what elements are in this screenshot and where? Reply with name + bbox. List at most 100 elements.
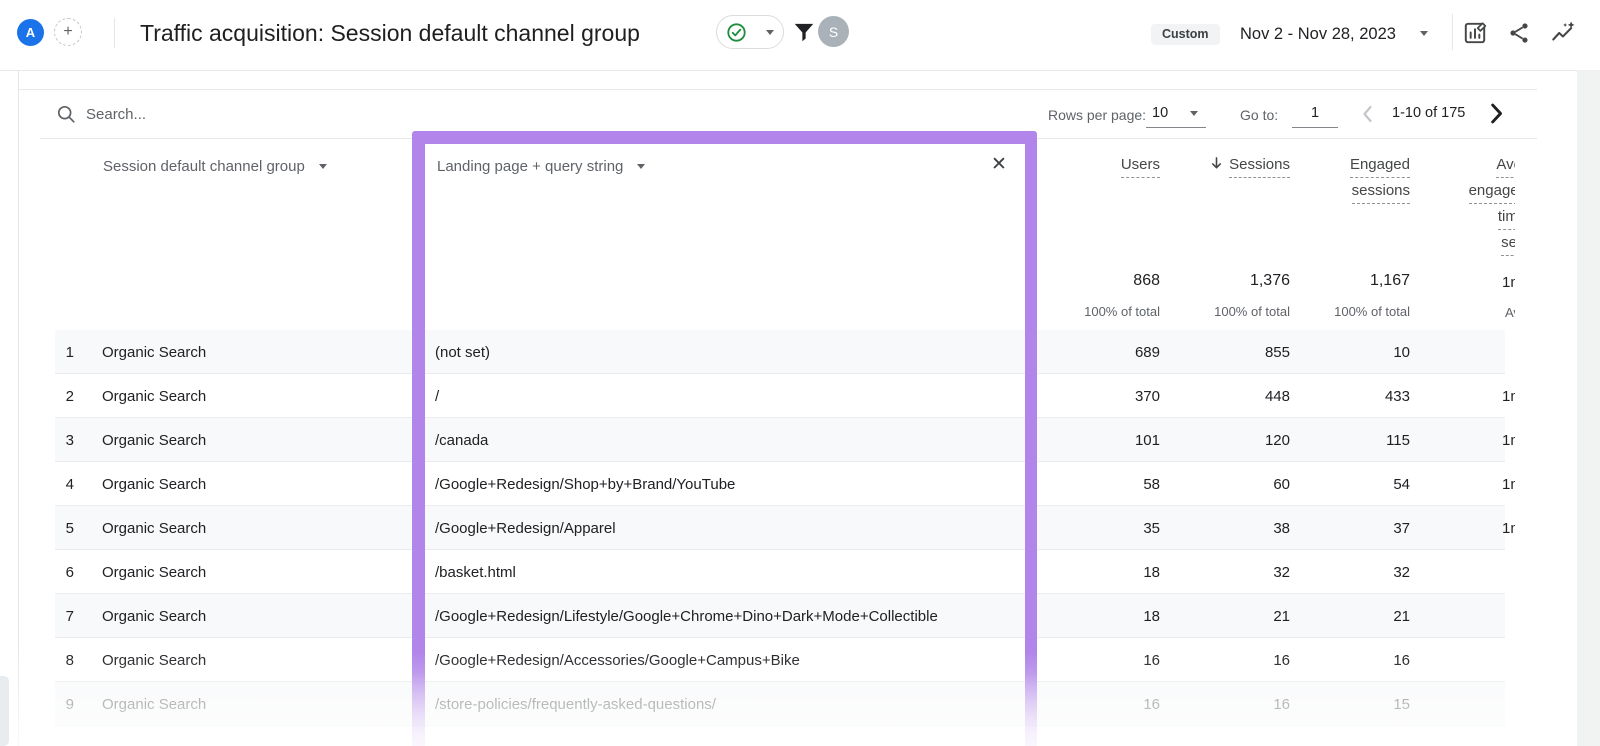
- highlight-box-left: [412, 140, 425, 746]
- search-input[interactable]: Search...: [86, 106, 146, 123]
- total-avg-label: Avg: [1505, 305, 1515, 320]
- cell-channel-group: Organic Search: [102, 343, 207, 361]
- table-row: 3 Organic Search /canada 101 120 115 1m: [0, 418, 1515, 462]
- cell-channel-group: Organic Search: [102, 607, 207, 625]
- insights-icon[interactable]: [1550, 20, 1576, 46]
- row-index: 7: [65, 607, 74, 625]
- table-row: 8 Organic Search /Google+Redesign/Access…: [0, 638, 1515, 682]
- account-avatar[interactable]: A: [17, 19, 44, 46]
- table-rows: 1 Organic Search (not set) 689 855 10 2 …: [0, 330, 1515, 726]
- select-underline: [1146, 127, 1206, 128]
- total-engaged-sessions: 1,167: [1369, 272, 1410, 289]
- row-index: 8: [65, 651, 74, 669]
- column-header-label: engagement: [1468, 182, 1515, 204]
- row-index: 6: [65, 563, 74, 581]
- cell-landing-page: (not set): [435, 343, 491, 361]
- sort-descending-icon: [1212, 157, 1222, 169]
- remove-dimension-button[interactable]: ✕: [991, 153, 1007, 176]
- chevron-down-icon[interactable]: [1190, 111, 1198, 116]
- cell-channel-group: Organic Search: [102, 651, 207, 669]
- column-header-landing-page[interactable]: Landing page + query string: [437, 158, 646, 175]
- row-index: 2: [65, 387, 74, 405]
- right-rail: [1577, 70, 1600, 746]
- cell-avg-engagement-time: 1m: [1502, 475, 1515, 493]
- filter-icon[interactable]: [792, 20, 816, 44]
- table-row: 7 Organic Search /Google+Redesign/Lifest…: [0, 594, 1515, 638]
- column-header-label: Engaged: [1349, 156, 1410, 178]
- chevron-down-icon: [766, 29, 774, 35]
- cell-landing-page: /canada: [435, 431, 489, 449]
- chevron-down-icon[interactable]: [637, 164, 646, 169]
- cell-landing-page: /: [435, 387, 440, 405]
- table-row: 4 Organic Search /Google+Redesign/Shop+b…: [0, 462, 1515, 506]
- pagination-range: 1-10 of 175: [1392, 105, 1466, 121]
- row-index: 1: [65, 343, 74, 361]
- cell-channel-group: Organic Search: [102, 695, 207, 713]
- cell-engaged-sessions: 37: [1393, 519, 1410, 537]
- goto-page-input[interactable]: 1: [1292, 105, 1338, 121]
- cell-avg-engagement-time: 1m: [1502, 387, 1515, 405]
- cell-channel-group: Organic Search: [102, 475, 207, 493]
- check-circle-icon: [727, 22, 746, 42]
- previous-page-icon[interactable]: [1356, 102, 1380, 126]
- column-header-avg-engagement-time[interactable]: Average engagement time per session: [1402, 156, 1515, 260]
- total-avg-engagement-time: 1m: [1502, 274, 1515, 291]
- highlight-box-top: [412, 131, 1037, 144]
- table-row: 5 Organic Search /Google+Redesign/Appare…: [0, 506, 1515, 550]
- column-header-label: Average: [1496, 156, 1515, 178]
- table-viewport: Session default channel group Landing pa…: [0, 138, 1515, 746]
- cell-engaged-sessions: 10: [1393, 343, 1410, 361]
- cell-engaged-sessions: 21: [1393, 607, 1410, 625]
- column-header-engaged-sessions[interactable]: Engaged sessions: [1260, 156, 1410, 208]
- table-row: 9 Organic Search /store-policies/frequen…: [0, 682, 1515, 726]
- rows-per-page-select[interactable]: 10: [1152, 105, 1168, 121]
- cell-channel-group: Organic Search: [102, 519, 207, 537]
- add-comparison-button[interactable]: +: [54, 18, 82, 46]
- date-range-type-badge: Custom: [1151, 24, 1220, 45]
- cell-landing-page: /Google+Redesign/Shop+by+Brand/YouTube: [435, 475, 736, 493]
- cell-engaged-sessions: 16: [1393, 651, 1410, 669]
- cell-engaged-sessions: 32: [1393, 563, 1410, 581]
- chevron-down-icon[interactable]: [318, 164, 327, 169]
- chevron-down-icon[interactable]: [1420, 31, 1428, 36]
- row-index: 9: [65, 695, 74, 713]
- row-index: 4: [65, 475, 74, 493]
- column-header-label: time per: [1497, 208, 1515, 230]
- row-index: 5: [65, 519, 74, 537]
- total-engaged-share: 100% of total: [1334, 304, 1410, 319]
- cell-landing-page: /Google+Redesign/Apparel: [435, 519, 616, 537]
- cell-channel-group: Organic Search: [102, 431, 207, 449]
- next-page-icon[interactable]: [1482, 100, 1509, 127]
- column-header-channel-group[interactable]: Session default channel group: [103, 158, 327, 175]
- cell-channel-group: Organic Search: [102, 387, 207, 405]
- highlight-box-right: [1024, 140, 1037, 746]
- cell-engaged-sessions: 115: [1386, 431, 1410, 449]
- cell-channel-group: Organic Search: [102, 563, 207, 581]
- row-index: 3: [65, 431, 74, 449]
- column-header-label: session: [1501, 234, 1515, 256]
- share-icon[interactable]: [1506, 20, 1532, 46]
- header-border: [0, 70, 1600, 71]
- ga4-report-screen: A + Traffic acquisition: Session default…: [0, 0, 1600, 746]
- cell-landing-page: /Google+Redesign/Accessories/Google+Camp…: [435, 651, 800, 669]
- date-range-selector[interactable]: Nov 2 - Nov 28, 2023: [1240, 25, 1396, 44]
- edit-chart-icon[interactable]: [1462, 20, 1488, 46]
- column-header-label: Session default channel group: [103, 158, 305, 175]
- page-title: Traffic acquisition: Session default cha…: [140, 20, 640, 46]
- header-divider: [114, 18, 115, 48]
- cell-avg-engagement-time: 1m: [1502, 431, 1515, 449]
- input-underline: [1292, 127, 1338, 128]
- table-row: 2 Organic Search / 370 448 433 1m: [0, 374, 1515, 418]
- search-icon: [57, 105, 75, 123]
- report-status-pill[interactable]: [716, 15, 784, 49]
- rows-per-page-label: Rows per page:: [1048, 107, 1147, 123]
- table-row: 1 Organic Search (not set) 689 855 10: [0, 330, 1515, 374]
- cell-engaged-sessions: 15: [1393, 695, 1410, 713]
- cell-landing-page: /basket.html: [435, 563, 516, 581]
- table-row: 6 Organic Search /basket.html 18 32 32: [0, 550, 1515, 594]
- user-avatar[interactable]: S: [818, 16, 849, 47]
- cell-avg-engagement-time: 1m: [1502, 519, 1515, 537]
- column-header-label: Landing page + query string: [437, 158, 624, 175]
- header-divider: [1452, 14, 1453, 50]
- cell-engaged-sessions: 433: [1384, 387, 1410, 405]
